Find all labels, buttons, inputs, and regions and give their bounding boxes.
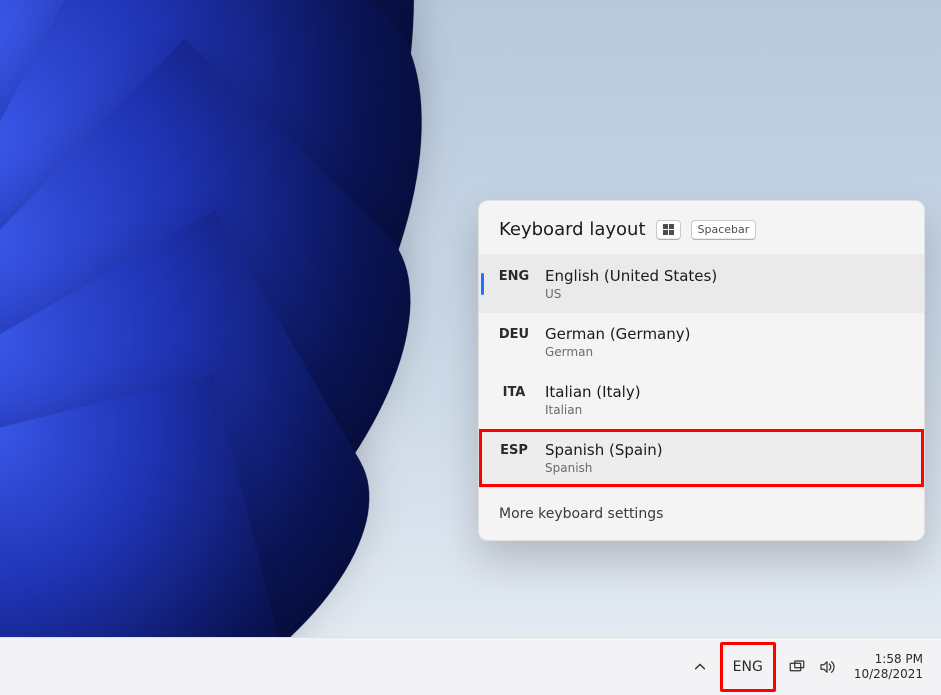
network-volume-button[interactable]: [778, 647, 846, 687]
spacebar-key-icon: Spacebar: [691, 220, 757, 240]
clock-button[interactable]: 1:58 PM 10/28/2021: [848, 647, 929, 687]
keyboard-layout-flyout: Keyboard layout Spacebar ENG English (Un…: [478, 200, 925, 541]
layout-sub: German: [545, 345, 690, 359]
layout-code: ENG: [491, 267, 537, 284]
network-icon: [788, 658, 806, 676]
clock-date: 10/28/2021: [854, 667, 923, 682]
tray-overflow-button[interactable]: [682, 647, 718, 687]
layout-list: ENG English (United States) US DEU Germa…: [479, 254, 924, 487]
clock-time: 1:58 PM: [875, 652, 923, 667]
layout-name: Italian (Italy): [545, 383, 641, 401]
layout-name: German (Germany): [545, 325, 690, 343]
taskbar: ENG 1:58 PM 10/28/2021: [0, 637, 941, 695]
flyout-title: Keyboard layout: [499, 219, 646, 240]
volume-icon: [818, 658, 836, 676]
flyout-header: Keyboard layout Spacebar: [479, 201, 924, 254]
layout-item-english-us[interactable]: ENG English (United States) US: [479, 255, 924, 313]
windows-key-icon: [656, 220, 681, 240]
language-indicator-label: ENG: [733, 659, 763, 675]
layout-code: ITA: [491, 383, 537, 400]
layout-sub: Italian: [545, 403, 641, 417]
more-keyboard-settings-link[interactable]: More keyboard settings: [499, 506, 904, 522]
layout-code: ESP: [491, 441, 537, 458]
layout-name: English (United States): [545, 267, 717, 285]
layout-item-german[interactable]: DEU German (Germany) German: [479, 313, 924, 371]
flyout-footer: More keyboard settings: [479, 487, 924, 540]
layout-item-spanish[interactable]: ESP Spanish (Spain) Spanish: [479, 429, 924, 487]
layout-code: DEU: [491, 325, 537, 342]
layout-item-italian[interactable]: ITA Italian (Italy) Italian: [479, 371, 924, 429]
layout-sub: Spanish: [545, 461, 663, 475]
desktop: Keyboard layout Spacebar ENG English (Un…: [0, 0, 941, 695]
chevron-up-icon: [693, 660, 707, 674]
language-indicator-button[interactable]: ENG: [720, 642, 776, 692]
layout-name: Spanish (Spain): [545, 441, 663, 459]
layout-sub: US: [545, 287, 717, 301]
system-tray: ENG 1:58 PM 10/28/2021: [682, 642, 929, 692]
